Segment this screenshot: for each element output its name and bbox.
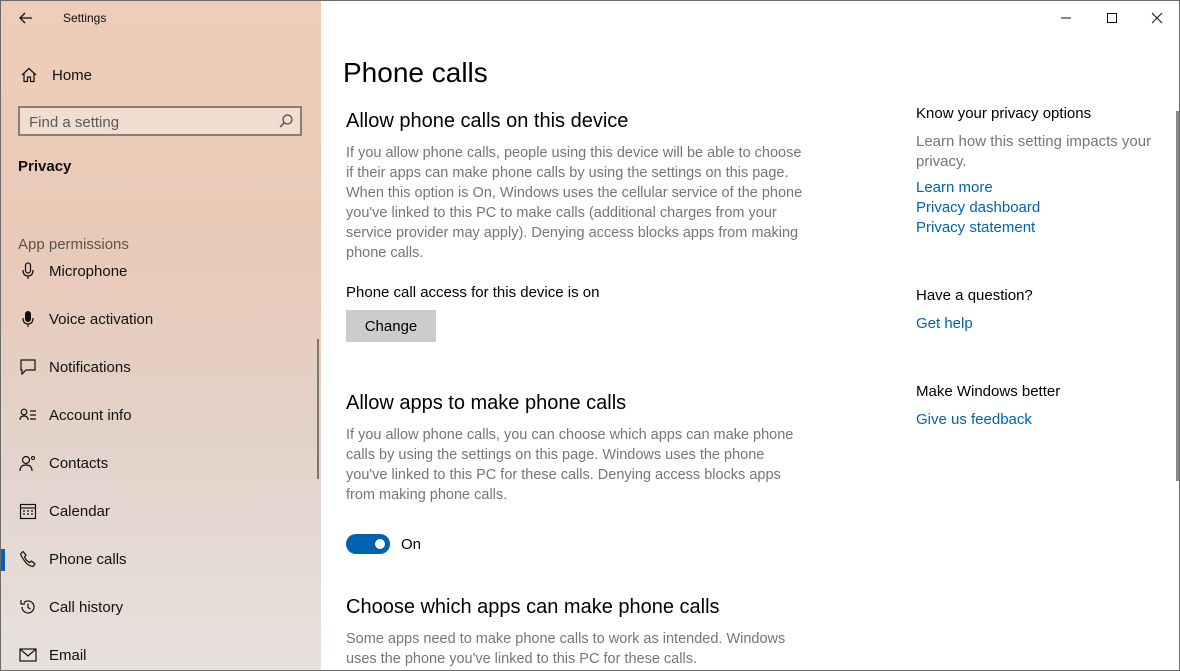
sidebar-item-label: Email <box>49 646 87 664</box>
voice-activation-icon <box>18 309 38 329</box>
get-help-link[interactable]: Get help <box>916 315 973 332</box>
learn-more-link[interactable]: Learn more <box>916 179 993 196</box>
settings-window: Settings Home Privacy App permissions Mi… <box>0 0 1180 671</box>
app-permissions-header: App permissions <box>18 236 129 253</box>
privacy-statement-link[interactable]: Privacy statement <box>916 219 1035 236</box>
change-button[interactable]: Change <box>346 310 436 342</box>
phone-icon <box>18 549 38 569</box>
microphone-icon <box>18 261 38 281</box>
section-description: If you allow phone calls, you can choose… <box>346 427 794 503</box>
windows-better-heading: Make Windows better <box>916 383 1061 400</box>
sidebar-item-label: Calendar <box>49 502 110 520</box>
home-icon <box>21 67 37 83</box>
sidebar-item-label: Notifications <box>49 358 131 376</box>
sidebar-item-contacts[interactable]: Contacts <box>1 439 317 487</box>
maximize-icon <box>1107 13 1117 23</box>
sidebar-nav-list: Microphone Voice activation Notification… <box>1 257 321 670</box>
allow-apps-toggle[interactable] <box>346 534 390 554</box>
privacy-options-text: Learn how this setting impacts your priv… <box>916 133 1152 170</box>
section-heading-allow-apps: Allow apps to make phone calls <box>346 392 627 414</box>
sidebar-item-label: Call history <box>49 598 124 616</box>
main-scrollbar[interactable] <box>1176 111 1179 481</box>
call-history-icon <box>18 597 38 617</box>
sidebar-item-call-history[interactable]: Call history <box>1 583 317 631</box>
section-heading-allow-device: Allow phone calls on this device <box>346 110 629 132</box>
back-arrow-icon <box>19 12 32 24</box>
close-icon <box>1151 12 1163 24</box>
maximize-button[interactable] <box>1089 1 1135 35</box>
close-button[interactable] <box>1134 1 1179 35</box>
account-info-icon <box>18 405 38 425</box>
sidebar-item-label: Voice activation <box>49 310 154 328</box>
sidebar-scrollbar[interactable] <box>317 339 319 479</box>
feedback-link[interactable]: Give us feedback <box>916 411 1032 428</box>
minimize-icon <box>1061 17 1071 19</box>
home-nav-item[interactable]: Home <box>18 63 92 87</box>
notifications-icon <box>18 357 38 377</box>
sidebar: Settings Home Privacy App permissions Mi… <box>1 1 321 670</box>
page-title: Phone calls <box>343 57 488 88</box>
sidebar-item-phone-calls[interactable]: Phone calls <box>1 535 317 583</box>
main-content: Phone calls Allow phone calls on this de… <box>321 1 1179 670</box>
contacts-icon <box>18 453 38 473</box>
sidebar-item-voice-activation[interactable]: Voice activation <box>1 295 317 343</box>
toggle-knob <box>375 539 385 549</box>
sidebar-item-label: Contacts <box>49 454 109 472</box>
section-description: If you allow phone calls, people using t… <box>346 145 803 261</box>
section-description: Some apps need to make phone calls to wo… <box>346 631 786 667</box>
toggle-state-label: On <box>401 536 422 553</box>
calendar-icon <box>18 501 38 521</box>
privacy-dashboard-link[interactable]: Privacy dashboard <box>916 199 1040 216</box>
privacy-section-title: Privacy <box>18 158 72 175</box>
search-input[interactable] <box>29 112 269 132</box>
device-access-status: Phone call access for this device is on <box>346 284 600 301</box>
sidebar-item-calendar[interactable]: Calendar <box>1 487 317 535</box>
email-icon <box>18 645 38 665</box>
sidebar-item-label: Phone calls <box>49 550 127 568</box>
sidebar-item-email[interactable]: Email <box>1 631 317 670</box>
question-heading: Have a question? <box>916 287 1033 304</box>
search-box[interactable] <box>18 106 302 136</box>
search-icon[interactable] <box>278 113 294 129</box>
sidebar-item-label: Account info <box>49 406 132 424</box>
minimize-button[interactable] <box>1043 1 1089 35</box>
sidebar-item-account-info[interactable]: Account info <box>1 391 317 439</box>
privacy-options-heading: Know your privacy options <box>916 105 1092 122</box>
sidebar-item-notifications[interactable]: Notifications <box>1 343 317 391</box>
window-title: Settings <box>63 11 107 25</box>
sidebar-item-microphone[interactable]: Microphone <box>1 257 317 295</box>
back-button[interactable] <box>13 7 39 29</box>
home-label: Home <box>52 66 93 84</box>
section-heading-choose-apps: Choose which apps can make phone calls <box>346 596 720 618</box>
title-bar: Settings <box>1 1 321 37</box>
sidebar-item-label: Microphone <box>49 262 128 280</box>
